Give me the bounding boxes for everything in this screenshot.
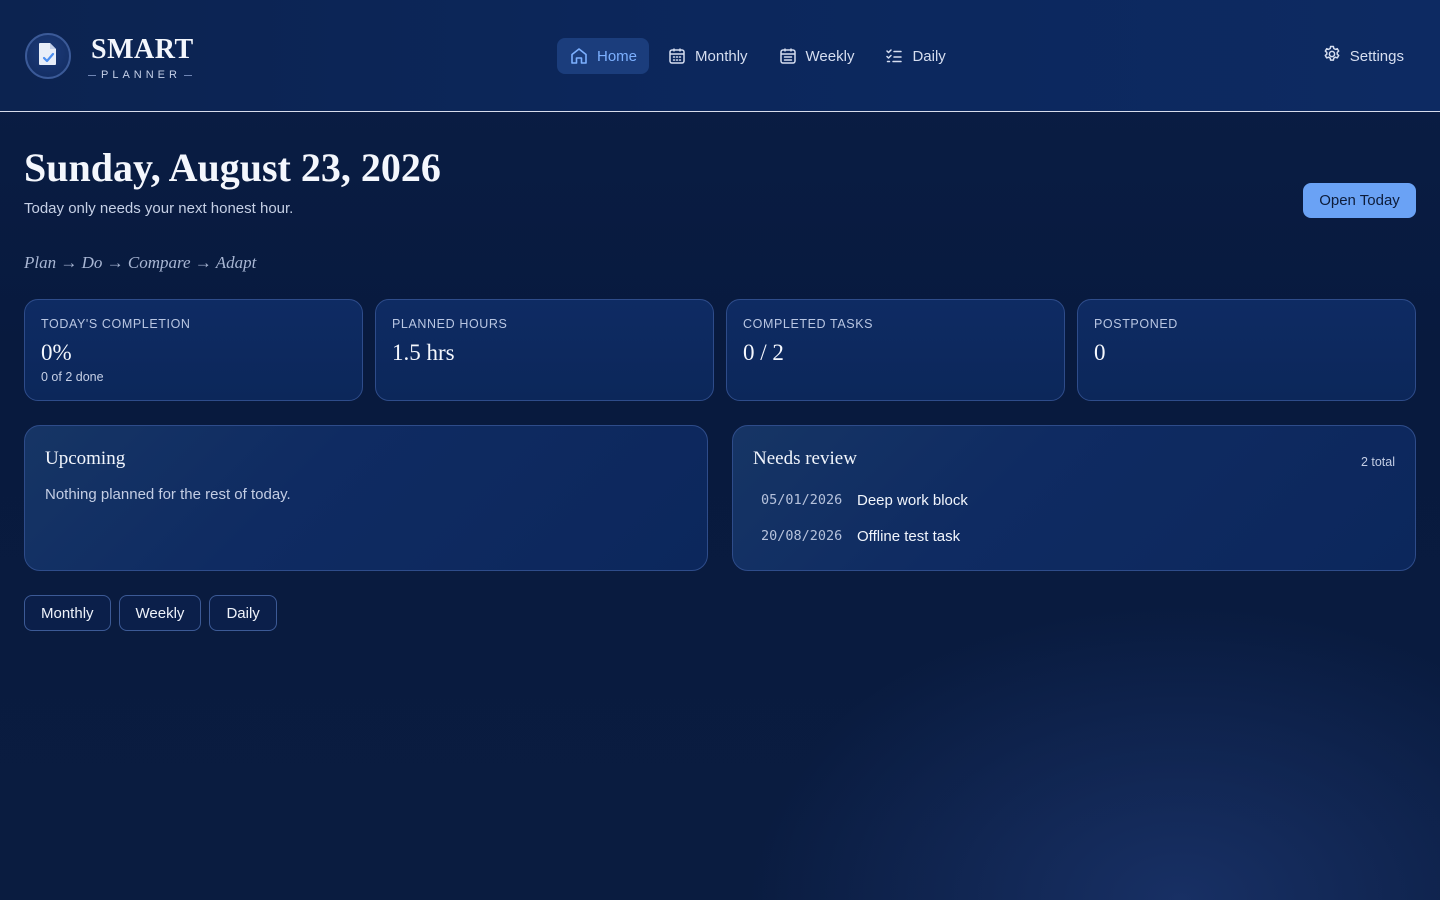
stat-label: TODAY'S COMPLETION: [41, 317, 191, 331]
review-item-date: 20/08/2026: [761, 528, 843, 544]
list-item[interactable]: 20/08/2026 Offline test task: [753, 518, 1395, 554]
quick-links: Monthly Weekly Daily: [24, 595, 277, 631]
gear-icon: [1322, 44, 1342, 68]
home-icon: [569, 46, 589, 66]
page-subtitle: Today only needs your next honest hour.: [24, 200, 294, 217]
top-navigation-bar: SMART PLANNER Home Monthly Weekly Daily …: [0, 0, 1440, 112]
nav-home[interactable]: Home: [557, 38, 650, 74]
brand-title: SMART: [91, 34, 194, 65]
stat-card-planned-hours: PLANNED HOURS 1.5 hrs: [375, 299, 714, 401]
quick-link-daily[interactable]: Daily: [209, 595, 277, 631]
brand-subtitle-text: PLANNER: [101, 69, 181, 81]
review-item-name: Deep work block: [857, 491, 968, 509]
upcoming-empty-text: Nothing planned for the rest of today.: [45, 486, 291, 503]
main-nav: Home Monthly Weekly Daily: [557, 38, 958, 74]
upcoming-title: Upcoming: [45, 448, 126, 469]
checklist-icon: [884, 46, 904, 66]
nav-monthly-label: Monthly: [695, 47, 748, 65]
stat-note: 0 of 2 done: [41, 370, 104, 384]
needs-review-list: 05/01/2026 Deep work block 20/08/2026 Of…: [753, 482, 1395, 554]
stat-label: POSTPONED: [1094, 317, 1178, 331]
settings-button[interactable]: Settings: [1322, 38, 1404, 74]
logo[interactable]: [25, 33, 71, 79]
stat-card-postponed: POSTPONED 0: [1077, 299, 1416, 401]
open-today-button[interactable]: Open Today: [1303, 183, 1416, 218]
nav-daily[interactable]: Daily: [872, 38, 957, 74]
stat-value: 1.5 hrs: [392, 340, 455, 365]
nav-weekly-label: Weekly: [805, 47, 855, 65]
quick-link-weekly[interactable]: Weekly: [118, 595, 202, 631]
checked-document-icon: [37, 41, 59, 72]
review-item-date: 05/01/2026: [761, 492, 843, 508]
brand-subtitle: PLANNER: [88, 69, 192, 81]
nav-monthly[interactable]: Monthly: [655, 38, 760, 74]
calendar-icon: [778, 46, 798, 66]
list-item[interactable]: 05/01/2026 Deep work block: [753, 482, 1395, 518]
needs-review-count: 2 total: [1360, 455, 1395, 469]
nav-weekly[interactable]: Weekly: [766, 38, 867, 74]
stat-value: 0: [1094, 340, 1106, 365]
workflow-tagline: Plan → Do → Compare → Adapt: [24, 253, 257, 272]
stat-card-completed-tasks: COMPLETED TASKS 0 / 2: [726, 299, 1065, 401]
nav-home-label: Home: [597, 47, 638, 65]
calendar-icon: [667, 46, 687, 66]
review-item-name: Offline test task: [857, 527, 961, 545]
stat-value: 0 / 2: [743, 340, 784, 365]
nav-daily-label: Daily: [912, 47, 946, 65]
stat-card-completion: TODAY'S COMPLETION 0% 0 of 2 done: [24, 299, 363, 401]
quick-link-monthly[interactable]: Monthly: [24, 595, 111, 631]
page-title: Sunday, August 23, 2026: [24, 145, 441, 190]
stat-value: 0%: [41, 340, 72, 365]
stat-label: COMPLETED TASKS: [743, 317, 874, 331]
stat-label: PLANNED HOURS: [392, 317, 508, 331]
needs-review-panel: Needs review 2 total 05/01/2026 Deep wor…: [732, 425, 1416, 571]
settings-label: Settings: [1349, 47, 1404, 65]
upcoming-panel: Upcoming Nothing planned for the rest of…: [24, 425, 708, 571]
needs-review-title: Needs review: [753, 448, 857, 469]
